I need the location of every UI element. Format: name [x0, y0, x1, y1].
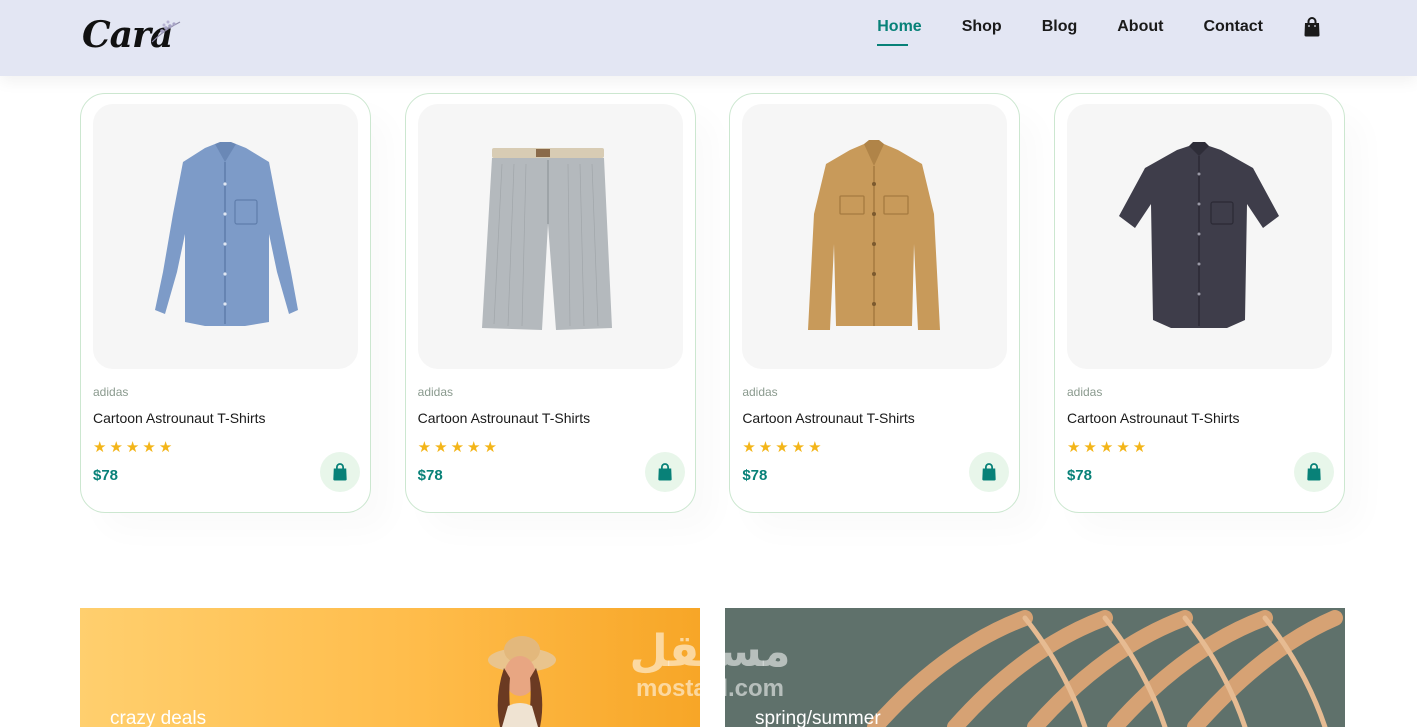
main-nav: Home Shop Blog About Contact [837, 17, 1321, 46]
product-card[interactable]: adidas Cartoon Astrounaut T-Shirts ★ ★ ★ ★ ★… [404, 93, 696, 513]
product-price: $78 [1066, 467, 1092, 484]
blue-shirt-image [155, 142, 298, 326]
add-to-cart-button[interactable] [969, 452, 1010, 492]
logo[interactable]: Cara [82, 12, 182, 60]
shopping-bag-icon [657, 463, 672, 481]
star-icon: ★ [434, 439, 448, 456]
product-rating: ★ ★ ★ ★ ★ [418, 440, 500, 455]
product-price: $78 [93, 467, 119, 484]
product-brand: adidas [742, 385, 778, 399]
star-icon: ★ [467, 439, 481, 456]
product-brand: adidas [93, 385, 129, 399]
nav-about[interactable]: About [1117, 18, 1163, 44]
grey-shorts-image [481, 148, 612, 330]
site-header: Cara Home Shop Blog About Contact [0, 0, 1417, 76]
add-to-cart-button[interactable] [644, 452, 685, 492]
product-rating: ★ ★ ★ ★ ★ [1067, 440, 1149, 455]
product-price: $78 [417, 467, 443, 484]
product-brand: adidas [417, 385, 454, 399]
add-to-cart-button[interactable] [320, 452, 360, 492]
star-icon: ★ [450, 439, 465, 456]
banner-crazy-deals[interactable]: crazy deals [80, 608, 700, 727]
banner-spring-summer[interactable]: spring/summer [725, 608, 1345, 727]
product-card[interactable]: adidas Cartoon Astrounaut T-Shirts ★ ★ ★ ★ ★… [729, 93, 1021, 513]
product-card[interactable]: adidas Cartoon Astrounaut T-Shirts ★ ★ ★ ★ ★… [80, 93, 371, 513]
product-price: $78 [742, 467, 768, 484]
product-name[interactable]: Cartoon Astrounaut T-Shirts [418, 410, 591, 426]
product-card[interactable]: adidas Cartoon Astrounaut T-Shirts ★ ★ ★ ★ ★… [1053, 93, 1345, 513]
nav-contact[interactable]: Contact [1203, 18, 1263, 44]
star-icon: ★ [125, 439, 140, 456]
product-name[interactable]: Cartoon Astrounaut T-Shirts [1067, 410, 1240, 426]
shopping-bag-icon [1307, 463, 1321, 481]
star-icon: ★ [775, 439, 789, 456]
star-icon: ★ [93, 439, 107, 456]
product-name[interactable]: Cartoon Astrounaut T-Shirts [93, 410, 266, 426]
product-image[interactable] [1066, 104, 1332, 369]
star-icon: ★ [483, 439, 497, 456]
nav-shop[interactable]: Shop [962, 18, 1002, 44]
product-rating: ★ ★ ★ ★ ★ [93, 440, 175, 455]
product-image[interactable] [742, 104, 1008, 369]
nav-home[interactable]: Home [877, 18, 922, 46]
lavender-sprig-icon [151, 20, 181, 43]
product-rating: ★ ★ ★ ★ ★ [742, 440, 824, 455]
product-image[interactable] [417, 104, 683, 369]
star-icon: ★ [109, 439, 123, 456]
tan-jacket-image [808, 140, 941, 330]
star-icon: ★ [1083, 439, 1097, 456]
star-icon: ★ [742, 439, 756, 456]
add-to-cart-button[interactable] [1293, 452, 1334, 492]
star-icon: ★ [808, 439, 822, 456]
star-icon: ★ [158, 439, 173, 456]
banner-title: spring/summer [755, 708, 881, 727]
star-icon: ★ [791, 439, 806, 456]
product-brand: adidas [1066, 385, 1103, 399]
star-icon: ★ [1066, 439, 1081, 456]
shopping-bag-icon[interactable] [1303, 17, 1321, 37]
star-icon: ★ [1116, 439, 1130, 456]
shopping-bag-icon [982, 463, 996, 481]
star-icon: ★ [417, 439, 432, 456]
product-name[interactable]: Cartoon Astrounaut T-Shirts [742, 410, 915, 426]
shopping-bag-icon [333, 463, 347, 481]
product-image[interactable] [93, 104, 358, 369]
star-icon: ★ [142, 439, 156, 456]
star-icon: ★ [758, 439, 773, 456]
star-icon: ★ [1132, 439, 1147, 456]
product-grid: adidas Cartoon Astrounaut T-Shirts ★ ★ ★ ★ ★… [80, 93, 1345, 513]
navy-shirt-image [1118, 142, 1279, 328]
star-icon: ★ [1099, 439, 1114, 456]
nav-blog[interactable]: Blog [1042, 18, 1078, 44]
banner-title: crazy deals [110, 708, 207, 727]
